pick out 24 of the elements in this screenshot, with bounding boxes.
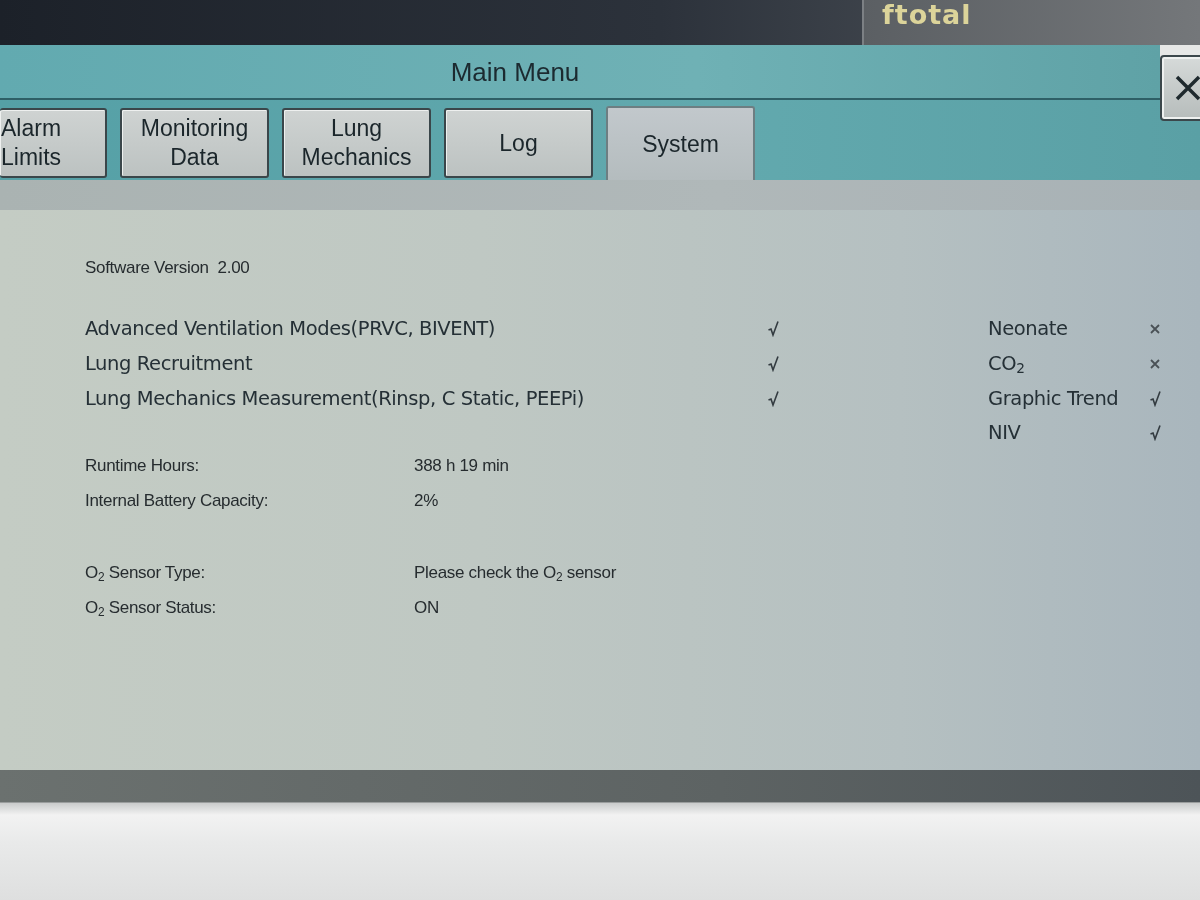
info-value: 388 h 19 min <box>414 454 509 477</box>
info-label: O$_{2}$ Sensor Type: <box>85 561 205 586</box>
option-name: Graphic Trend <box>988 385 1119 412</box>
close-icon <box>1174 74 1200 102</box>
menu-tab[interactable]: Log <box>444 108 593 178</box>
info-label: O$_{2}$ Sensor Status: <box>85 596 216 621</box>
option-name: NIV <box>988 420 1021 447</box>
info-value: 2% <box>414 489 438 512</box>
info-label: Internal Battery Capacity: <box>85 489 269 512</box>
option-name: CO$_{2}$ <box>988 351 1025 379</box>
option-name: Neonate <box>988 316 1068 343</box>
menu-tab[interactable]: Monitoring Data <box>120 108 269 178</box>
info-label: Runtime Hours: <box>85 454 199 477</box>
menu-tab[interactable]: Lung Mechanics <box>282 108 431 178</box>
feature-name: Advanced Ventilation Modes(PRVC, BIVENT) <box>85 316 496 343</box>
menu-title: Main Menu <box>450 56 580 87</box>
feature-name: Lung Mechanics Measurement(Rinsp, C Static, PEEPi) <box>85 385 584 412</box>
info-value: ON <box>414 596 439 619</box>
software-version: Software Version 2.00 <box>85 257 250 279</box>
menu-tab[interactable]: System <box>606 106 755 180</box>
parameter-label: ftotal <box>882 0 972 30</box>
info-value: Please check the O$_{2}$ sensor <box>414 561 616 586</box>
feature-name: Lung Recruitment <box>85 351 253 378</box>
menu-tab[interactable]: Alarm Limits <box>0 108 107 178</box>
